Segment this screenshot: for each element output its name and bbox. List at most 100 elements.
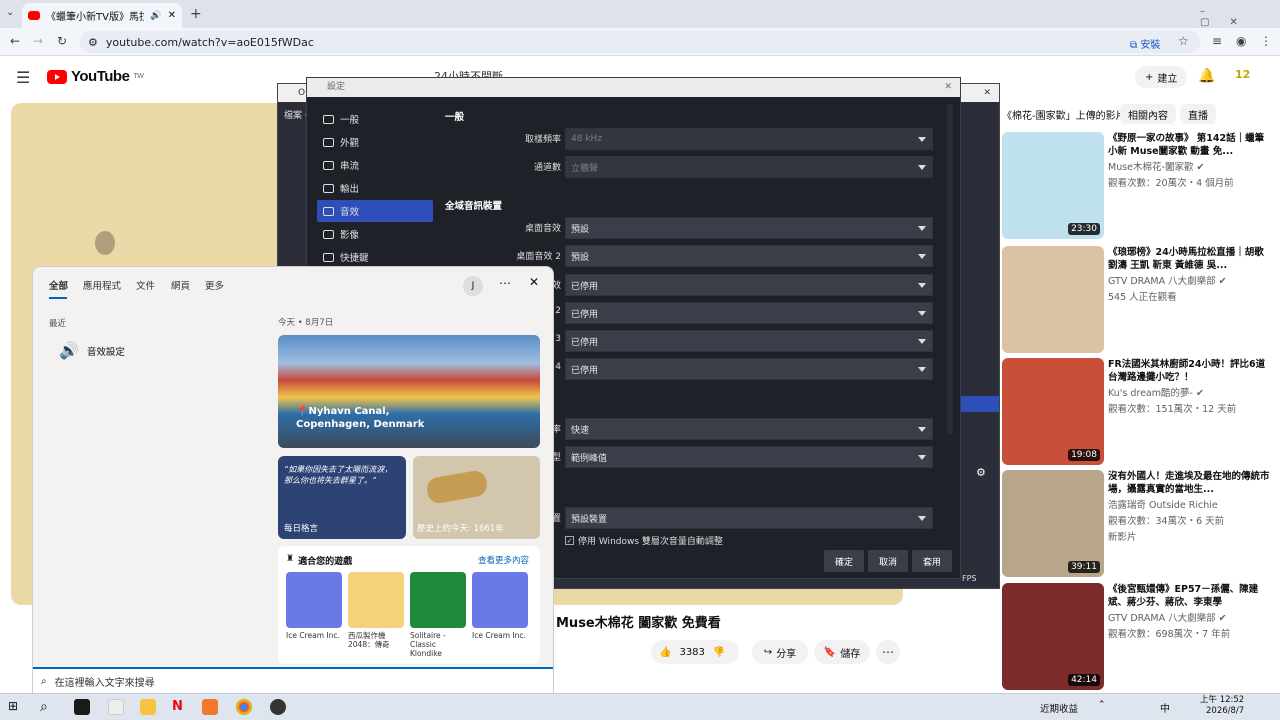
chrome-icon[interactable]: [236, 699, 252, 715]
weather-widget[interactable]: 近期收益: [1040, 701, 1078, 715]
game-tile[interactable]: Solitaire - Classic Klondike: [410, 572, 468, 658]
chip-live[interactable]: 直播: [1180, 104, 1216, 124]
chip-channel[interactable]: 《棉花-園家歡」上傳的影片: [1002, 104, 1126, 124]
search-tab[interactable]: 應用程式: [83, 278, 121, 292]
input-method[interactable]: 中: [1160, 700, 1170, 715]
video-thumbnail[interactable]: 39:11: [1002, 470, 1104, 577]
reload-icon[interactable]: ↻: [57, 34, 67, 48]
browser-tab[interactable]: 《蠟筆小新TV版》馬拉松直 🔊 ✕: [22, 3, 182, 28]
share-button[interactable]: ↪ 分享: [752, 640, 808, 664]
folder-icon[interactable]: [140, 699, 156, 715]
nav-item[interactable]: 快捷鍵: [317, 246, 433, 268]
cancel-button[interactable]: 取消: [868, 550, 908, 572]
like-dislike-group[interactable]: 👍 3383 👎: [651, 640, 739, 664]
tray-chevron-icon[interactable]: ⌃: [1098, 700, 1106, 710]
obs-control-selected[interactable]: [961, 396, 999, 412]
video-thumbnail[interactable]: 23:30: [1002, 132, 1104, 239]
notification-bell-icon[interactable]: 🔔: [1198, 68, 1215, 84]
menu-icon[interactable]: ⋮: [1260, 34, 1272, 48]
mic-dropdown[interactable]: 已停用: [565, 274, 933, 296]
recent-item[interactable]: 🔊 音效設定: [59, 341, 125, 360]
bookmark-star-icon[interactable]: ☆: [1178, 34, 1189, 48]
nav-item[interactable]: 影像: [317, 223, 433, 245]
dislike-icon[interactable]: 👎: [713, 647, 725, 658]
profile-icon[interactable]: ◉: [1236, 34, 1246, 48]
video-thumbnail[interactable]: [1002, 246, 1104, 353]
close-icon[interactable]: ✕: [983, 84, 991, 102]
like-icon[interactable]: 👍: [659, 647, 671, 658]
peak-meter-dropdown[interactable]: 範例峰值: [565, 446, 933, 468]
search-tab[interactable]: 更多: [205, 278, 224, 292]
youtube-logo[interactable]: YouTube TW: [47, 68, 144, 85]
user-avatar[interactable]: J: [463, 276, 483, 296]
close-icon[interactable]: ✕: [529, 275, 539, 289]
search-tab[interactable]: 文件: [136, 278, 155, 292]
back-icon[interactable]: ←: [10, 34, 20, 48]
clock[interactable]: 上午 12:52 2026/8/7: [1200, 695, 1244, 717]
quote-card[interactable]: “如果你因失去了太陽而流淚，那么你也将失去群星了。” 每日格言: [278, 456, 406, 539]
history-label: 歷史上的今天: 1661年: [417, 524, 504, 534]
game-tile[interactable]: Ice Cream Inc.: [472, 572, 530, 640]
site-info-icon[interactable]: ⚙: [88, 36, 98, 49]
hamburger-menu-icon[interactable]: ☰: [16, 68, 30, 87]
window-controls[interactable]: –▢✕: [1200, 6, 1280, 28]
mic2-dropdown[interactable]: 已停用: [565, 302, 933, 324]
settings-scrollbar[interactable]: [947, 104, 953, 434]
video-thumbnail[interactable]: 42:14: [1002, 583, 1104, 690]
mic4-dropdown[interactable]: 已停用: [565, 358, 933, 380]
sample-rate-dropdown[interactable]: 48 kHz: [565, 128, 933, 150]
address-bar[interactable]: ⚙ youtube.com/watch?v=aoE015fWDac: [80, 31, 1200, 53]
new-tab-icon[interactable]: +: [190, 6, 202, 22]
taskbar-search-box[interactable]: ⌕ 在這裡輸入文字來搜尋: [33, 667, 553, 693]
recommended-video[interactable]: 《琅琊榜》24小時馬拉松直播｜胡歌 劉濤 王凱 靳東 黃維德 吳... GTV D…: [1002, 246, 1272, 354]
search-tab[interactable]: 全部: [49, 278, 68, 292]
tab-list-icon[interactable]: ⌄: [6, 7, 14, 18]
video-thumbnail[interactable]: 19:08: [1002, 358, 1104, 465]
app-icon[interactable]: [74, 699, 90, 715]
nav-item[interactable]: 音效: [317, 200, 433, 222]
itunes-icon[interactable]: [202, 699, 218, 715]
history-card[interactable]: 歷史上的今天: 1661年: [413, 456, 540, 539]
apply-button[interactable]: 套用: [912, 550, 952, 572]
install-button[interactable]: ⧉ 安裝: [1130, 36, 1160, 51]
game-tile[interactable]: Ice Cream Inc.: [286, 572, 344, 640]
close-icon[interactable]: ✕: [944, 78, 952, 97]
mic3-dropdown[interactable]: 已停用: [565, 330, 933, 352]
more-actions-button[interactable]: ⋯: [876, 640, 900, 664]
obs-gear-icon[interactable]: ⚙: [976, 466, 986, 479]
channels-dropdown[interactable]: 立體聲: [565, 156, 933, 178]
video-title: FR法國米其林廚師24小時！評比6道台灣路邊攤小吃？！: [1108, 359, 1266, 383]
recommended-video[interactable]: 19:08 FR法國米其林廚師24小時！評比6道台灣路邊攤小吃？！ Ku's dre…: [1002, 358, 1272, 466]
save-button[interactable]: 🔖 儲存: [814, 640, 870, 664]
see-more-link[interactable]: 查看更多內容: [478, 554, 529, 566]
more-options-icon[interactable]: ⋯: [499, 276, 511, 290]
speaker-icon[interactable]: 🔊: [150, 11, 161, 21]
nav-item[interactable]: 輸出: [317, 177, 433, 199]
ducking-checkbox[interactable]: ✓ 停用 Windows 雙層次音量自動調整: [565, 534, 723, 547]
search-tab[interactable]: 網頁: [171, 278, 190, 292]
windows-start-icon[interactable]: ⊞: [8, 699, 24, 715]
desktop-audio2-dropdown[interactable]: 預設: [565, 245, 933, 267]
notepad-icon[interactable]: [108, 699, 124, 715]
recommended-video[interactable]: 23:30 《野原一家の故事》 第142話｜蠟筆小新 Muse闔家歡 動畫 免..…: [1002, 132, 1272, 240]
meter-speed-dropdown[interactable]: 快速: [565, 418, 933, 440]
nav-item[interactable]: 串流: [317, 154, 433, 176]
recommended-video[interactable]: 39:11 沒有外國人！走進埃及最在地的傳統市場，攝露真實的當地生... 浩露瑞奇 …: [1002, 470, 1272, 578]
recommended-video[interactable]: 42:14 《後宮甄嬛傳》EP57－孫儷、陳建斌、蔣少芬、蔣欣、李東學 GTV DR…: [1002, 583, 1272, 691]
monitor-device-dropdown[interactable]: 預設裝置: [565, 507, 933, 529]
ok-button[interactable]: 確定: [824, 550, 864, 572]
netflix-icon[interactable]: N: [172, 699, 188, 715]
desktop-audio-dropdown[interactable]: 預設: [565, 217, 933, 239]
create-button[interactable]: + 建立: [1135, 66, 1188, 88]
chip-related[interactable]: 相關內容: [1120, 104, 1176, 124]
nav-item[interactable]: 外觀: [317, 131, 433, 153]
hero-card[interactable]: 📍Nyhavn Canal, Copenhagen, Denmark: [278, 335, 540, 448]
forward-icon[interactable]: →: [33, 34, 43, 48]
search-icon[interactable]: ⌕: [40, 699, 56, 715]
video-meta: 545 人正在觀看: [1108, 292, 1177, 303]
obs-icon[interactable]: [270, 699, 286, 715]
media-icon[interactable]: ≡: [1212, 34, 1222, 48]
nav-item[interactable]: 一般: [317, 108, 433, 130]
close-icon[interactable]: ✕: [168, 10, 176, 21]
game-tile[interactable]: 西瓜製作機 2048：傳奇: [348, 572, 406, 649]
